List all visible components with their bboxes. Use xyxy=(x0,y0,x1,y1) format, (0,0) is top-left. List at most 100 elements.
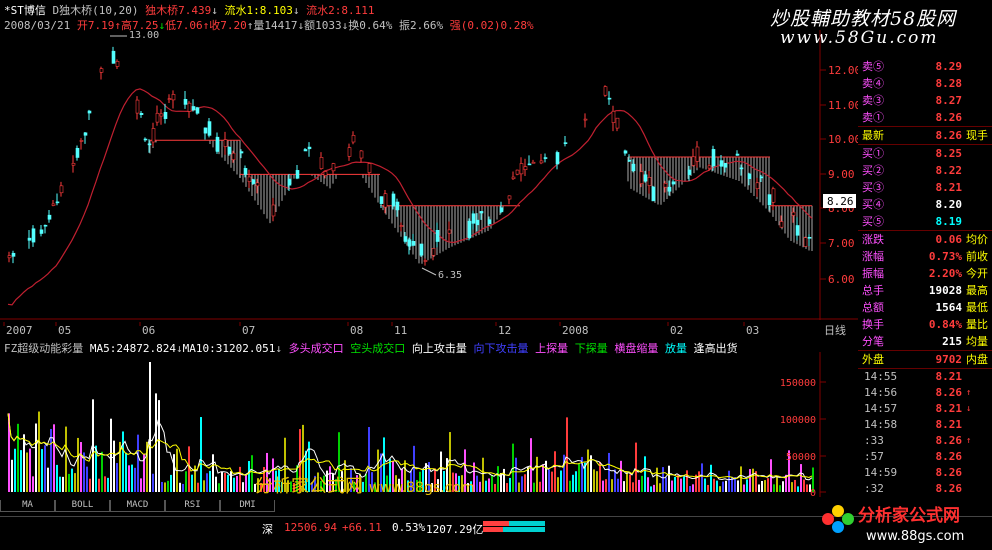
ask-row-0-value: 8.29 xyxy=(935,60,963,73)
tab-boll[interactable]: BOLL xyxy=(55,500,110,512)
tab-ma[interactable]: MA xyxy=(0,500,55,512)
logo-url: www.88gs.com xyxy=(866,529,964,544)
tick-time: :32 xyxy=(864,482,884,495)
bid-row-2-label: 买③ xyxy=(862,181,884,194)
tick-price: 8.26 xyxy=(935,466,963,479)
stat-row-6: 分笔 215 均量 xyxy=(858,333,992,350)
ask-row-3-value: 8.26 xyxy=(935,111,963,124)
latest-row-label: 最新 xyxy=(862,129,884,142)
logo-title: 分析家公式网 xyxy=(858,505,960,526)
stat-row-3: 总手 19028 最高 xyxy=(858,282,992,299)
price-tick-label: 7.00 xyxy=(828,237,855,250)
bid-row-1-value: 8.22 xyxy=(935,164,963,177)
date-tick-label: 02 xyxy=(670,324,683,336)
bid-row-2: 买③ 8.21 xyxy=(858,179,992,196)
tick-arrow: ↑ xyxy=(966,436,972,446)
tick-price: 8.26 xyxy=(935,482,963,495)
tab-macd[interactable]: MACD xyxy=(110,500,165,512)
stock-header: *ST博信 D独木桥(10,20) 独木桥7.439↓ 流水1:8.103↓ 流… xyxy=(4,4,375,17)
outer-inner-row: 外盘 9702 内盘 xyxy=(858,350,992,368)
stat-row-1-value: 0.73% xyxy=(928,250,962,263)
fxj-watermark-text: 分析家公式网 xyxy=(255,476,363,497)
fxj-watermark-url: www.88gs.com xyxy=(368,480,475,496)
volume-tick-label: 100000 xyxy=(780,415,816,426)
stat-row-2-value: 2.20% xyxy=(928,267,962,280)
market-label: 深 xyxy=(262,523,273,536)
ls1-value: 8.103 xyxy=(259,4,293,17)
ask-row-3-label: 卖① xyxy=(862,111,884,124)
tab-rsi[interactable]: RSI xyxy=(165,500,220,512)
dmq-value: 7.439 xyxy=(178,4,212,17)
indicator-tabs: MA BOLL MACD RSI DMI xyxy=(0,500,330,512)
stat-row-5-extra: 量比 xyxy=(966,318,988,331)
date-tick-label: 05 xyxy=(58,324,71,336)
date-tick-label: 07 xyxy=(242,324,255,336)
brand-title: 炒股輔助教材58股网 xyxy=(770,8,957,30)
tick-row: 14:56 8.26 ↑ xyxy=(858,385,992,401)
outer-value: 9702 xyxy=(935,353,963,366)
stat-row-6-extra: 均量 xyxy=(966,335,988,348)
ask-row-3: 卖① 8.26 xyxy=(858,109,992,126)
stat-row-2-label: 振幅 xyxy=(862,267,884,280)
stat-row-3-label: 总手 xyxy=(862,284,884,297)
date-tick-label: 08 xyxy=(350,324,363,336)
stock-name[interactable]: *ST博信 xyxy=(4,4,46,17)
bid-row-3: 买④ 8.20 xyxy=(858,196,992,213)
stat-row-0: 涨跌 0.06 均价 xyxy=(858,230,992,248)
candles xyxy=(7,46,812,266)
pinwheel-icon xyxy=(822,505,854,533)
stat-row-5-label: 换手 xyxy=(862,318,884,331)
stat-row-1-extra: 前收 xyxy=(966,250,988,263)
bid-row-4: 买⑤ 8.19 xyxy=(858,213,992,230)
high-annotation: 13.00 xyxy=(129,30,159,41)
stat-row-1: 涨幅 0.73% 前收 xyxy=(858,248,992,265)
tick-row: :57 8.26 xyxy=(858,449,992,465)
bid-row-4-label: 买⑤ xyxy=(862,215,884,228)
current-price-tag: 8.26 xyxy=(827,195,854,208)
low-annotation: 6.35 xyxy=(438,270,462,281)
tick-time: 14:58 xyxy=(864,418,898,431)
tick-time: 14:59 xyxy=(864,466,898,479)
candlestick-chart[interactable]: 12.0011.0010.009.008.007.006.00 13.00 6.… xyxy=(0,30,858,320)
turnover: 1207.29亿 xyxy=(426,523,484,536)
bid-row-0: 买① 8.25 xyxy=(858,144,992,162)
tick-row: 14:57 8.21 ↓ xyxy=(858,401,992,417)
tick-row: 14:59 8.26 xyxy=(858,465,992,481)
tick-row: 14:55 8.21 xyxy=(858,368,992,385)
stat-row-0-value: 0.06 xyxy=(935,233,963,246)
ask-row-1-value: 8.28 xyxy=(935,77,963,90)
outer-label: 外盘 xyxy=(862,353,884,366)
indicator-name[interactable]: D独木桥(10,20) xyxy=(53,4,139,17)
fxj-logo: 分析家公式网 www.88gs.com xyxy=(822,505,964,544)
tick-row: :32 8.26 xyxy=(858,481,992,497)
ls1-label: 流水1 xyxy=(224,4,254,17)
volume-tick-label: 50000 xyxy=(786,452,816,463)
stat-row-2: 振幅 2.20% 今开 xyxy=(858,265,992,282)
stat-row-4: 总额 1564 最低 xyxy=(858,299,992,316)
stat-row-3-extra: 最高 xyxy=(966,284,988,297)
inner-label: 内盘 xyxy=(966,353,988,366)
stat-row-4-value: 1564 xyxy=(935,301,963,314)
breadth-bar xyxy=(483,521,545,532)
tick-row: 14:58 8.21 xyxy=(858,417,992,433)
period-label[interactable]: 日线 xyxy=(824,323,846,336)
index-change: +66.11 xyxy=(342,521,382,534)
tick-time: :33 xyxy=(864,434,884,447)
bid-row-1: 买② 8.22 xyxy=(858,162,992,179)
ask-row-1: 卖④ 8.28 xyxy=(858,75,992,92)
bid-row-0-value: 8.25 xyxy=(935,147,963,160)
latest-row: 最新 8.26 现手 xyxy=(858,126,992,144)
volume-tick-label: 0 xyxy=(810,488,816,497)
ask-row-2: 卖③ 8.27 xyxy=(858,92,992,109)
bid-row-0-label: 买① xyxy=(862,147,884,160)
tab-dmi[interactable]: DMI xyxy=(220,500,275,512)
bid-row-3-value: 8.20 xyxy=(935,198,963,211)
price-tick-label: 10.00 xyxy=(828,133,858,146)
tick-price: 8.21 xyxy=(935,402,963,415)
stat-row-5-value: 0.84% xyxy=(928,318,962,331)
price-tick-label: 12.00 xyxy=(828,64,858,77)
tick-time: 14:57 xyxy=(864,402,898,415)
date-tick-label: 03 xyxy=(746,324,759,336)
ask-row-2-label: 卖③ xyxy=(862,94,884,107)
tick-time: 14:55 xyxy=(864,370,898,383)
